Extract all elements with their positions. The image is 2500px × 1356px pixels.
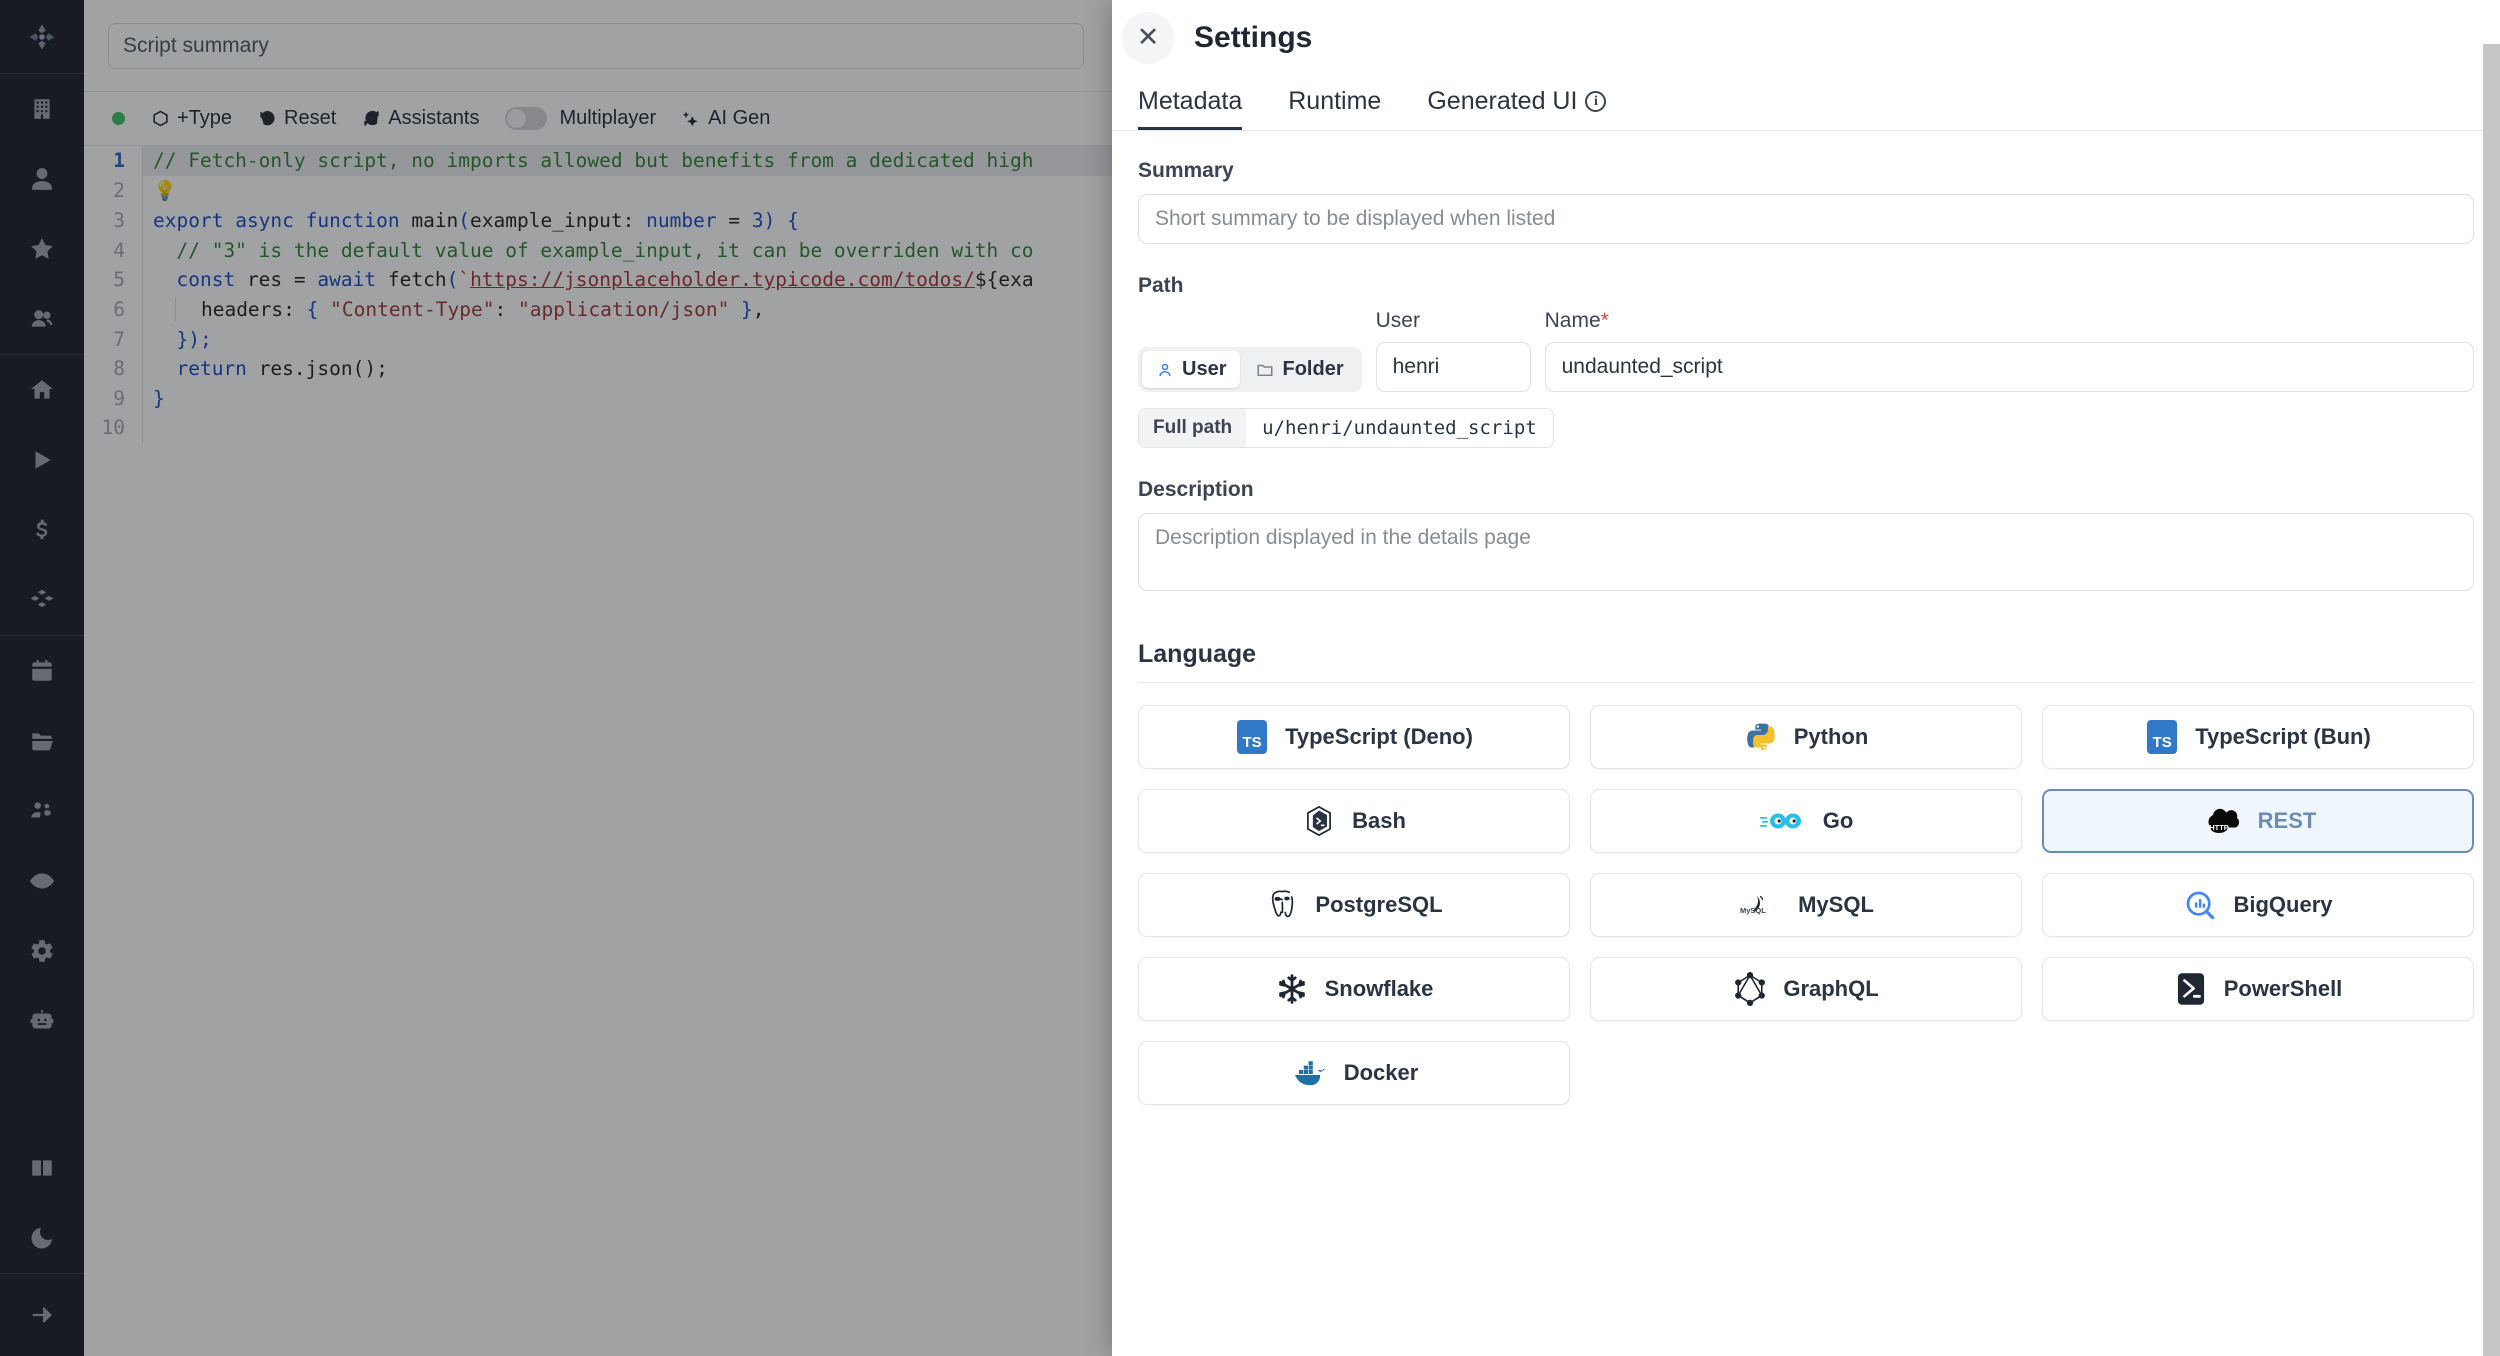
full-path-value: u/henri/undaunted_script: [1246, 409, 1553, 447]
person-icon: [1159, 363, 1171, 376]
path-label: Path: [1138, 274, 1184, 297]
language-option-label: Snowflake: [1324, 976, 1434, 1001]
full-path-display: Full path u/henri/undaunted_script: [1138, 408, 1554, 448]
summary-input[interactable]: [1138, 194, 2474, 244]
svg-text:MySQL: MySQL: [1740, 906, 1766, 915]
language-option-mysql[interactable]: MySQL MySQL: [1590, 873, 2022, 937]
close-icon[interactable]: ✕: [1122, 11, 1174, 64]
language-option-typescript-bun[interactable]: TS TypeScript (Bun): [2042, 705, 2474, 769]
language-divider: [1138, 682, 2474, 683]
summary-field-group: Summary: [1138, 159, 2474, 244]
language-option-label: Go: [1822, 808, 1854, 833]
language-option-label: TypeScript (Bun): [2195, 724, 2371, 749]
path-user-field: User: [1375, 309, 1531, 392]
language-option-label: Bash: [1352, 808, 1406, 833]
language-section: Language TS TypeScript (Deno) Python TS …: [1138, 640, 2474, 1105]
drawer-scrollbar[interactable]: [2483, 44, 2500, 1356]
postgresql-icon: [1265, 888, 1299, 922]
summary-label: Summary: [1138, 159, 1234, 182]
language-option-bash[interactable]: Bash: [1138, 789, 1570, 853]
path-row: User Folder User Name*: [1138, 309, 2474, 392]
language-grid: TS TypeScript (Deno) Python TS TypeScrip…: [1138, 705, 2474, 1105]
go-icon: [1759, 804, 1807, 838]
language-option-label: PostgreSQL: [1315, 892, 1443, 917]
path-name-field: Name*: [1544, 309, 2474, 392]
tab-generated-ui-label: Generated UI: [1427, 87, 1578, 115]
tab-generated-ui[interactable]: Generated UI i: [1427, 87, 1607, 130]
language-option-docker[interactable]: Docker: [1138, 1041, 1570, 1105]
path-kind-folder-label: Folder: [1282, 358, 1344, 380]
folder-icon: [1257, 364, 1273, 376]
language-option-label: BigQuery: [2233, 892, 2333, 917]
path-kind-toggle: User Folder: [1138, 347, 1362, 392]
description-label: Description: [1138, 478, 1254, 501]
language-option-snowflake[interactable]: Snowflake: [1138, 957, 1570, 1021]
language-option-powershell[interactable]: PowerShell: [2042, 957, 2474, 1021]
powershell-icon: [2174, 972, 2208, 1006]
tab-runtime[interactable]: Runtime: [1288, 87, 1381, 130]
tab-metadata[interactable]: Metadata: [1138, 87, 1243, 130]
language-option-label: Docker: [1343, 1060, 1419, 1085]
http-cloud-icon: HTTP: [2200, 804, 2242, 838]
mysql-icon: MySQL: [1738, 888, 1782, 922]
language-option-go[interactable]: Go: [1590, 789, 2022, 853]
path-kind-user-label: User: [1182, 358, 1227, 380]
description-field-group: Description: [1138, 478, 2474, 596]
typescript-icon: TS: [2145, 720, 2179, 754]
bigquery-icon: [2183, 888, 2217, 922]
python-icon: [1744, 720, 1778, 754]
bash-icon: [1302, 804, 1336, 838]
language-label: Language: [1138, 640, 1257, 668]
drawer-header: ✕ Settings: [1112, 0, 2500, 75]
typescript-icon: TS: [1235, 720, 1269, 754]
path-name-input[interactable]: [1544, 342, 2474, 392]
language-option-rest[interactable]: HTTP REST: [2042, 789, 2474, 853]
language-option-label: Python: [1793, 724, 1869, 749]
info-icon[interactable]: i: [1585, 91, 1607, 112]
language-option-label: PowerShell: [2223, 976, 2343, 1001]
path-field-group: Path User Folder User henri Name* undaun…: [1138, 274, 2474, 448]
path-user-input[interactable]: [1375, 342, 1531, 392]
svg-text:HTTP: HTTP: [2209, 823, 2229, 832]
language-option-label: MySQL: [1798, 892, 1874, 917]
language-option-typescript-deno[interactable]: TS TypeScript (Deno): [1138, 705, 1570, 769]
settings-drawer: ✕ Settings Metadata Runtime Generated UI…: [1112, 0, 2500, 1356]
language-option-label: TypeScript (Deno): [1285, 724, 1473, 749]
language-option-label: GraphQL: [1783, 976, 1879, 1001]
drawer-body: Summary Path User Folder: [1112, 131, 2500, 1356]
path-name-label-text: Name: [1544, 309, 1601, 332]
graphql-icon: [1733, 972, 1767, 1006]
tab-runtime-label: Runtime: [1288, 87, 1382, 115]
drawer-title: Settings: [1194, 20, 1313, 54]
drawer-tabs: Metadata Runtime Generated UI i: [1112, 75, 2500, 131]
language-option-python[interactable]: Python: [1590, 705, 2022, 769]
path-user-label: User: [1375, 309, 1420, 332]
path-name-label: Name*: [1545, 309, 2474, 333]
language-option-postgresql[interactable]: PostgreSQL: [1138, 873, 1570, 937]
language-option-label: REST: [2257, 808, 2317, 833]
language-option-bigquery[interactable]: BigQuery: [2042, 873, 2474, 937]
full-path-label: Full path: [1139, 409, 1247, 447]
description-input[interactable]: [1138, 513, 2474, 591]
required-marker: *: [1600, 309, 1609, 332]
path-kind-user[interactable]: User: [1142, 351, 1241, 388]
snowflake-icon: [1275, 972, 1309, 1006]
path-kind-folder[interactable]: Folder: [1242, 351, 1357, 388]
docker-icon: [1290, 1056, 1328, 1090]
tab-metadata-label: Metadata: [1138, 87, 1243, 115]
language-option-graphql[interactable]: GraphQL: [1590, 957, 2022, 1021]
